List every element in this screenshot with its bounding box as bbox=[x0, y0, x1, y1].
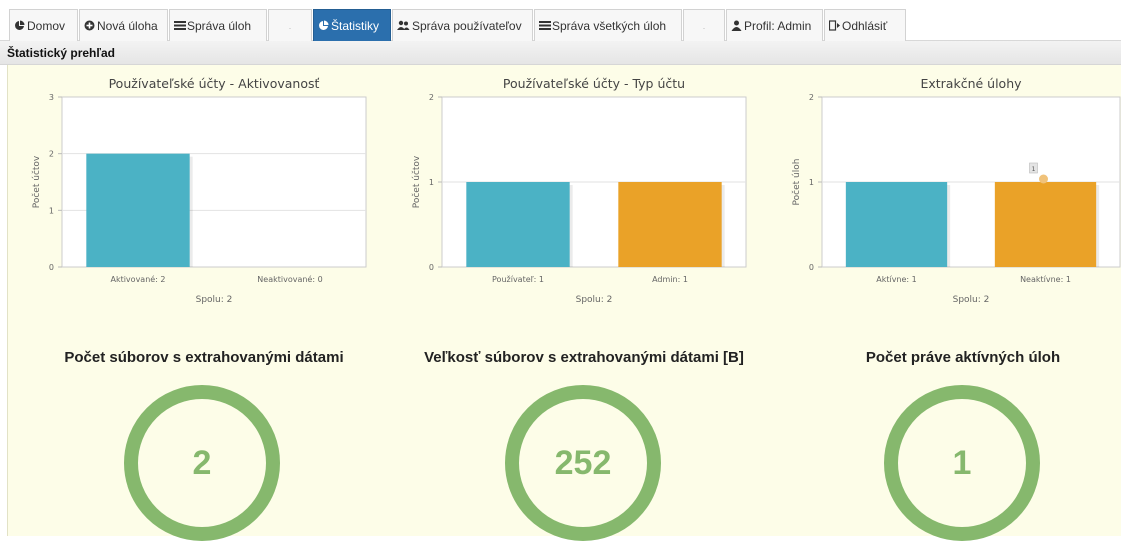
section-header: Štatistický prehľad bbox=[0, 41, 1121, 65]
bar bbox=[994, 182, 1097, 267]
y-tick-label: 0 bbox=[429, 263, 434, 272]
x-axis-label: Spolu: 2 bbox=[196, 295, 233, 305]
users-icon bbox=[397, 20, 410, 31]
pie-chart-icon bbox=[14, 20, 25, 31]
stat-files-size-value: 252 bbox=[554, 443, 612, 482]
chart-account-type: Používateľské účty - Typ účtu 0 1 2 Počet úč… bbox=[408, 71, 748, 321]
tab-domov[interactable]: Domov bbox=[9, 9, 78, 41]
y-axis-label: Počet úloh bbox=[791, 159, 802, 206]
logout-icon bbox=[828, 20, 840, 31]
y-axis-label: Počet účtov bbox=[31, 155, 42, 208]
main-navigation: Domov Nová úloha Správa úloh . Štatistik… bbox=[0, 0, 1121, 41]
highlight-marker bbox=[1039, 174, 1048, 184]
tab-statistiky[interactable]: Štatistiky bbox=[313, 9, 391, 41]
bar bbox=[618, 182, 722, 267]
user-icon bbox=[731, 20, 742, 31]
stat-files-count-value: 2 bbox=[192, 443, 212, 482]
x-axis-label: Spolu: 2 bbox=[953, 295, 990, 305]
tab-label: . bbox=[702, 20, 706, 31]
tab-label: Štatistiky bbox=[331, 18, 380, 33]
x-tick-label: Aktivované: 2 bbox=[110, 274, 165, 284]
tooltip-label: 1 bbox=[1032, 166, 1036, 173]
chart-extraction-tasks: Extrakčné úlohy 0 1 2 Počet úloh Aktívne: 1 Ne… bbox=[788, 71, 1121, 321]
statistics-content: Používateľské účty - Aktivovanosť 0 1 2 3 Poč… bbox=[7, 65, 1121, 541]
list-icon bbox=[174, 20, 186, 31]
chart-title: Používateľské účty - Aktivovanosť bbox=[109, 76, 320, 91]
y-tick-label: 1 bbox=[809, 178, 814, 187]
y-tick-label: 2 bbox=[49, 150, 54, 159]
stat-active-tasks-value: 1 bbox=[952, 443, 972, 482]
bar bbox=[845, 182, 948, 267]
y-tick-label: 1 bbox=[429, 178, 434, 187]
x-tick-label: Neaktivované: 0 bbox=[257, 274, 322, 284]
tab-label: Správa používateľov bbox=[412, 18, 522, 33]
tab-nova-uloha[interactable]: Nová úloha bbox=[79, 9, 168, 41]
pie-chart-icon bbox=[318, 20, 329, 31]
y-tick-label: 0 bbox=[809, 263, 814, 272]
tab-blank-1[interactable]: . bbox=[268, 9, 312, 41]
x-tick-label: Používateľ: 1 bbox=[492, 275, 544, 284]
y-tick-label: 2 bbox=[809, 93, 814, 102]
stat-files-size-ring: 252 bbox=[505, 385, 661, 541]
bar bbox=[86, 153, 190, 267]
list-icon bbox=[539, 20, 551, 31]
stat-active-tasks-ring: 1 bbox=[884, 385, 1040, 541]
tab-label: Nová úloha bbox=[97, 18, 158, 33]
chart-title: Používateľské účty - Typ účtu bbox=[503, 76, 685, 91]
x-tick-label: Neaktívne: 1 bbox=[1020, 275, 1071, 284]
tab-label: Odhlásiť bbox=[842, 18, 888, 33]
tab-odhlasit[interactable]: Odhlásiť bbox=[824, 9, 906, 41]
bar bbox=[466, 182, 570, 267]
stat-files-size-title: Veľkosť súborov s extrahovanými dátami [… bbox=[424, 349, 744, 366]
y-tick-label: 2 bbox=[429, 93, 434, 102]
stat-files-count-title: Počet súborov s extrahovanými dátami bbox=[64, 349, 344, 366]
x-tick-label: Aktívne: 1 bbox=[876, 275, 917, 284]
x-tick-label: Admin: 1 bbox=[652, 275, 688, 284]
plus-circle-icon bbox=[84, 20, 95, 31]
tab-label: Správa úloh bbox=[187, 18, 252, 33]
y-axis-label: Počet účtov bbox=[411, 155, 422, 208]
y-tick-label: 1 bbox=[49, 206, 54, 215]
chart-svg: Používateľské účty - Aktivovanosť 0 1 2 3 Poč… bbox=[31, 76, 367, 305]
y-tick-label: 3 bbox=[49, 93, 54, 102]
tab-profil[interactable]: Profil: Admin bbox=[726, 9, 823, 41]
tab-label: Správa všetkých úloh bbox=[552, 18, 667, 33]
tab-blank-2[interactable]: . bbox=[683, 9, 725, 41]
tab-sprava-uloh[interactable]: Správa úloh bbox=[169, 9, 267, 41]
section-title: Štatistický prehľad bbox=[7, 46, 115, 60]
y-tick-label: 0 bbox=[49, 263, 54, 272]
x-axis-label: Spolu: 2 bbox=[576, 295, 613, 305]
stat-active-tasks-title: Počet práve aktívných úloh bbox=[865, 349, 1061, 366]
tab-label: Domov bbox=[27, 18, 66, 33]
chart-activation: Používateľské účty - Aktivovanosť 0 1 2 3 Poč… bbox=[28, 71, 368, 321]
tab-label: Profil: Admin bbox=[744, 18, 812, 33]
tab-sprava-vsetkych-uloh[interactable]: Správa všetkých úloh bbox=[534, 9, 682, 41]
chart-svg: Používateľské účty - Typ účtu 0 1 2 Počet úč… bbox=[411, 76, 747, 305]
tab-label: . bbox=[288, 20, 292, 31]
chart-svg: Extrakčné úlohy 0 1 2 Počet úloh Aktívne: 1 Ne… bbox=[791, 76, 1121, 305]
stat-files-count-ring: 2 bbox=[124, 385, 280, 541]
chart-title: Extrakčné úlohy bbox=[920, 76, 1022, 91]
tab-sprava-pouzivatelov[interactable]: Správa používateľov bbox=[392, 9, 533, 41]
